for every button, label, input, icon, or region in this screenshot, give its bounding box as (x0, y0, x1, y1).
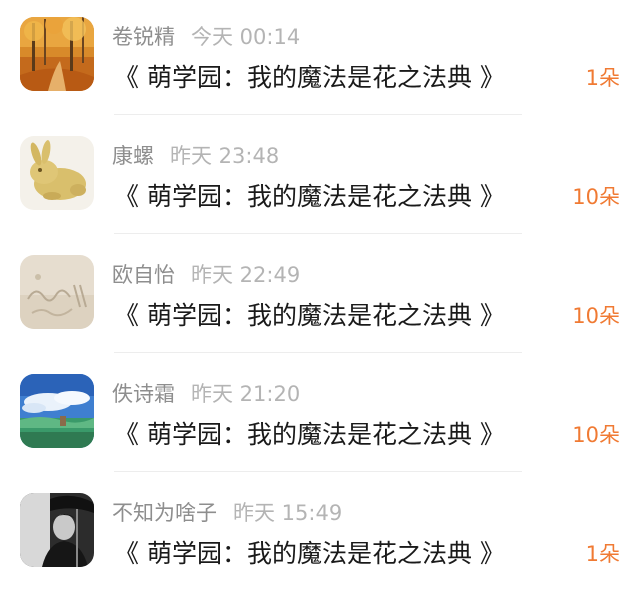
timestamp: 昨天 15:49 (233, 501, 343, 525)
item-meta: 不知为啥子 昨天 15:49 (112, 498, 342, 528)
list-item[interactable]: 卷锐精 今天 00:14 《 萌学园：我的魔法是花之法典 》 1朵 (0, 0, 640, 119)
gift-record-list: 卷锐精 今天 00:14 《 萌学园：我的魔法是花之法典 》 1朵 康螺 昨天 23… (0, 0, 640, 597)
book-title[interactable]: 《 萌学园：我的魔法是花之法典 》 (114, 417, 505, 453)
flower-count: 1朵 (585, 542, 620, 566)
timestamp: 昨天 23:48 (170, 144, 280, 168)
flower-count: 10朵 (572, 185, 620, 209)
sand-writing-avatar[interactable] (20, 255, 94, 329)
book-title[interactable]: 《 萌学园：我的魔法是花之法典 》 (114, 60, 505, 96)
user-name[interactable]: 不知为啥子 (112, 501, 217, 525)
flower-count: 10朵 (572, 304, 620, 328)
list-item[interactable]: 康螺 昨天 23:48 《 萌学园：我的魔法是花之法典 》 10朵 (0, 119, 640, 238)
umbrella-boy-avatar[interactable] (20, 493, 94, 567)
user-name[interactable]: 卷锐精 (112, 25, 175, 49)
user-name[interactable]: 佚诗霜 (112, 382, 175, 406)
rabbit-figurine-avatar[interactable] (20, 136, 94, 210)
list-item[interactable]: 佚诗霜 昨天 21:20 《 萌学园：我的魔法是花之法典 》 10朵 (0, 357, 640, 476)
flower-count: 10朵 (572, 423, 620, 447)
book-title[interactable]: 《 萌学园：我的魔法是花之法典 》 (114, 179, 505, 215)
flower-count: 1朵 (585, 66, 620, 90)
user-name[interactable]: 康螺 (112, 144, 154, 168)
timestamp: 昨天 21:20 (191, 382, 301, 406)
item-meta: 佚诗霜 昨天 21:20 (112, 379, 300, 409)
autumn-forest-avatar[interactable] (20, 17, 94, 91)
book-title[interactable]: 《 萌学园：我的魔法是花之法典 》 (114, 298, 505, 334)
timestamp: 昨天 22:49 (191, 263, 301, 287)
anime-sky-avatar[interactable] (20, 374, 94, 448)
user-name[interactable]: 欧自怡 (112, 263, 175, 287)
list-item[interactable]: 欧自怡 昨天 22:49 《 萌学园：我的魔法是花之法典 》 10朵 (0, 238, 640, 357)
item-meta: 康螺 昨天 23:48 (112, 141, 279, 171)
list-item[interactable]: 不知为啥子 昨天 15:49 《 萌学园：我的魔法是花之法典 》 1朵 (0, 476, 640, 595)
divider (114, 114, 522, 115)
timestamp: 今天 00:14 (191, 25, 301, 49)
item-meta: 欧自怡 昨天 22:49 (112, 260, 300, 290)
item-meta: 卷锐精 今天 00:14 (112, 22, 300, 52)
divider (114, 352, 522, 353)
divider (114, 233, 522, 234)
book-title[interactable]: 《 萌学园：我的魔法是花之法典 》 (114, 536, 505, 572)
divider (114, 471, 522, 472)
